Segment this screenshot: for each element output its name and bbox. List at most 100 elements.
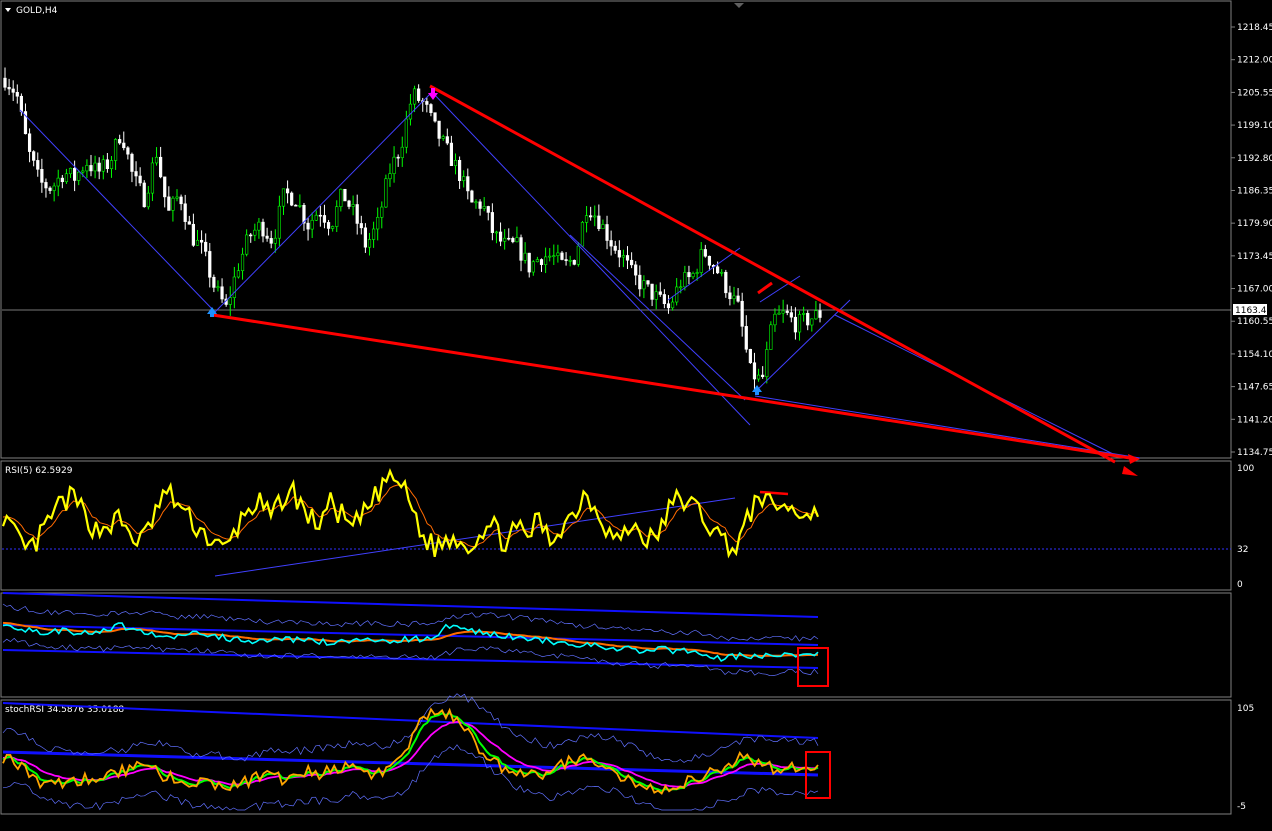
candle-body xyxy=(281,188,286,207)
candle-body xyxy=(7,86,11,90)
candle-body xyxy=(728,292,732,300)
candle-body xyxy=(380,206,384,218)
candle-body xyxy=(736,295,740,302)
candle-body xyxy=(392,156,396,174)
candle-body xyxy=(605,224,609,241)
price-tick-label: 1134.75 xyxy=(1237,448,1272,458)
envelope-lower xyxy=(2,637,819,676)
candle-body xyxy=(687,272,691,278)
candle-body xyxy=(220,286,224,300)
candle-body xyxy=(27,133,32,152)
candle-body xyxy=(482,206,486,209)
candle-body xyxy=(199,239,204,243)
candle-body xyxy=(716,266,720,274)
candle-body xyxy=(564,259,568,261)
candle-body xyxy=(707,255,712,266)
candle-body xyxy=(261,221,265,237)
candle-body xyxy=(662,294,666,305)
candle-body xyxy=(601,224,605,229)
chart-menu-icon[interactable] xyxy=(5,8,11,12)
candle-body xyxy=(625,255,630,261)
candle-body xyxy=(204,241,208,252)
candle-body xyxy=(503,237,507,242)
candle-body xyxy=(314,214,318,221)
candle-body xyxy=(93,162,97,172)
candle-body xyxy=(466,176,470,192)
candle-body xyxy=(376,216,380,230)
candle-body xyxy=(19,95,23,112)
price-tick-label: 1218.45 xyxy=(1237,23,1272,33)
candle-body xyxy=(77,171,81,181)
candle-body xyxy=(720,271,724,274)
candle-body xyxy=(396,156,400,159)
candle-body xyxy=(269,238,273,244)
price-tick-label: 1212.00 xyxy=(1237,56,1272,66)
current-price-value: 1163.49 xyxy=(1235,306,1272,316)
candle-body xyxy=(560,252,564,260)
band-line xyxy=(2,649,819,669)
resistance-trendline[interactable] xyxy=(429,84,1116,464)
candle-body xyxy=(584,215,589,223)
candle-body xyxy=(539,259,544,265)
channel-line[interactable] xyxy=(214,91,433,313)
candle-body xyxy=(40,169,44,183)
trendlines xyxy=(212,84,1131,464)
rsi-axis: 100 32 0 xyxy=(1237,464,1254,590)
rsi-tick-label: 100 xyxy=(1237,464,1254,474)
mini-trendline[interactable] xyxy=(757,281,773,295)
support-trendline[interactable] xyxy=(212,313,1131,460)
candle-body xyxy=(429,104,433,113)
candle-body xyxy=(265,235,269,239)
candle-body xyxy=(130,153,134,172)
rsi-tick-label: 32 xyxy=(1237,545,1248,555)
price-tick-label: 1205.55 xyxy=(1237,88,1272,98)
candle-body xyxy=(183,203,187,222)
candle-body xyxy=(457,160,462,182)
band-line xyxy=(2,702,819,739)
candle-body xyxy=(593,215,597,218)
candle-body xyxy=(68,167,73,175)
candle-body xyxy=(134,171,138,177)
candle-body xyxy=(769,324,773,350)
candle-body xyxy=(404,118,408,148)
candle-body xyxy=(478,201,482,209)
price-tick-label: 1173.45 xyxy=(1237,252,1272,262)
candle-body xyxy=(171,197,175,211)
rsi-tick-label: 0 xyxy=(1237,580,1243,590)
price-tick-label: 1167.00 xyxy=(1237,285,1272,295)
candle-body xyxy=(167,196,171,211)
candle-body xyxy=(490,212,494,233)
candle-body xyxy=(814,310,818,320)
candle-body xyxy=(118,139,122,144)
candle-body xyxy=(60,177,64,183)
candle-body xyxy=(249,234,253,237)
candle-body xyxy=(11,88,15,93)
candle-body xyxy=(351,204,355,207)
rsi-red-mark[interactable] xyxy=(759,490,789,496)
candle-body xyxy=(159,156,163,178)
channel-line[interactable] xyxy=(754,395,1141,459)
candle-body xyxy=(773,313,777,326)
candle-body xyxy=(277,205,281,239)
candle-body xyxy=(208,251,212,278)
candle-body xyxy=(232,276,236,298)
candle-body xyxy=(138,175,142,184)
price-axis: 1218.45 1212.00 1205.55 1199.10 1192.80 1186.… xyxy=(1231,23,1272,458)
scroll-marker-icon[interactable] xyxy=(734,3,744,8)
candle-body xyxy=(32,151,36,161)
candle-body xyxy=(699,249,703,273)
candle-body xyxy=(400,146,404,158)
candles-layer xyxy=(3,67,822,390)
stoch-axis: 105 -5 xyxy=(1237,704,1254,812)
candle-body xyxy=(97,162,101,172)
candle-body xyxy=(650,283,654,300)
price-tick-label: 1199.10 xyxy=(1237,121,1272,131)
candle-body xyxy=(453,160,458,166)
candle-body xyxy=(740,300,744,327)
candle-body xyxy=(89,165,93,172)
candle-body xyxy=(105,159,109,170)
candle-body xyxy=(552,255,556,257)
candle-body xyxy=(630,259,634,266)
candle-body xyxy=(732,295,736,300)
candle-body xyxy=(142,182,146,208)
